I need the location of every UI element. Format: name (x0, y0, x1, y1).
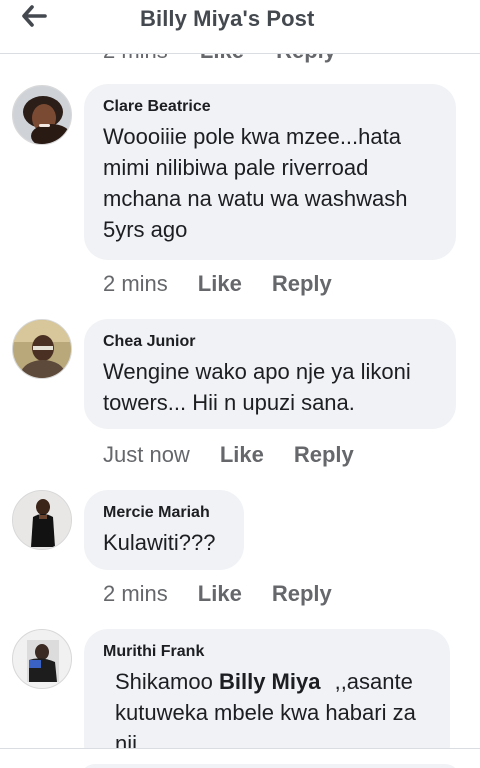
avatar-image (13, 320, 71, 378)
arrow-left-icon (22, 5, 47, 27)
comment-input[interactable] (80, 764, 460, 768)
page-title: Billy Miya's Post (140, 6, 315, 31)
avatar[interactable] (12, 85, 72, 145)
comment-bubble[interactable]: Mercie Mariah Kulawiti??? (84, 490, 244, 570)
like-button[interactable]: Like (220, 442, 264, 468)
comment-actions: 2 mins Like Reply (103, 581, 362, 607)
avatar-image (13, 491, 71, 549)
comment-bubble[interactable]: Clare Beatrice Woooiiie pole kwa mzee...… (84, 84, 456, 260)
post-header: Billy Miya's Post (0, 0, 480, 54)
mention-link[interactable]: Billy Miya (219, 669, 320, 694)
reply-button[interactable]: Reply (272, 581, 332, 607)
comment-text-prefix: Shikamoo (115, 669, 213, 694)
comment-actions: 2 mins Like Reply (103, 271, 362, 297)
comment-time: 2 mins (103, 581, 168, 606)
avatar-image (13, 630, 71, 688)
avatar[interactable] (12, 629, 72, 689)
avatar[interactable] (12, 319, 72, 379)
comment-text: Kulawiti??? (103, 530, 216, 555)
comment-time: 2 mins (103, 271, 168, 296)
avatar-image (13, 86, 71, 144)
comment-text: Wengine wako apo nje ya likoni towers...… (103, 359, 411, 415)
like-button[interactable]: Like (198, 581, 242, 607)
comment-author[interactable]: Mercie Mariah (103, 502, 226, 524)
comments-feed: 2 mins Like Reply Clare Beatrice Woooiii… (0, 0, 480, 768)
like-button[interactable]: Like (198, 271, 242, 297)
avatar[interactable] (12, 490, 72, 550)
reply-button[interactable]: Reply (272, 271, 332, 297)
comment-time: Just now (103, 442, 190, 467)
comment-author[interactable]: Clare Beatrice (103, 96, 438, 118)
comment-actions: Just now Like Reply (103, 442, 384, 468)
comment-author[interactable]: Chea Junior (103, 331, 438, 353)
comment-text: Woooiiie pole kwa mzee...hata mimi nilib… (103, 124, 408, 242)
comment-compose-bar (0, 748, 480, 768)
comment-author[interactable]: Murithi Frank (103, 641, 432, 663)
comment-bubble[interactable]: Chea Junior Wengine wako apo nje ya liko… (84, 319, 456, 429)
back-button[interactable] (16, 2, 52, 30)
comment-text: Shikamoo Billy Miya ,,asante kutuweka mb… (103, 666, 432, 759)
reply-button[interactable]: Reply (294, 442, 354, 468)
